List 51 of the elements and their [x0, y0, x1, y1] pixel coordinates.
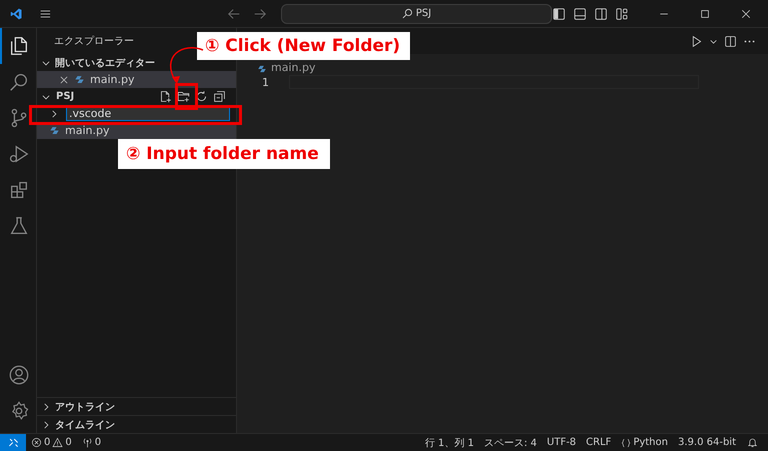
bell-icon[interactable] — [747, 437, 758, 448]
annotation-callout: ① Click (New Folder) — [197, 32, 410, 60]
account-icon[interactable] — [8, 364, 30, 386]
python-file-icon — [49, 125, 60, 136]
run-icon[interactable] — [690, 34, 703, 48]
customize-layout-icon[interactable] — [615, 6, 630, 20]
error-icon — [31, 437, 42, 448]
status-item[interactable]: 行 1、列 1 — [420, 436, 479, 450]
warning-icon — [52, 437, 64, 448]
remote-icon — [8, 437, 18, 448]
remote-button[interactable] — [0, 434, 26, 451]
broadcast-icon — [82, 437, 93, 448]
new-file-icon[interactable] — [159, 90, 172, 103]
new-folder-icon[interactable] — [177, 90, 190, 103]
split-editor-icon[interactable] — [724, 34, 737, 48]
files-icon[interactable] — [8, 35, 30, 57]
toggle-secondary-sidebar-icon[interactable] — [594, 6, 608, 20]
close-icon[interactable] — [59, 74, 69, 84]
language-status[interactable]: Python — [616, 437, 673, 448]
run-debug-icon[interactable] — [8, 143, 30, 165]
status-item[interactable]: 3.9.0 64-bit — [672, 437, 741, 448]
section-header[interactable]: 開いているエディター — [55, 56, 155, 70]
annotation-callout: ② Input folder name — [118, 139, 330, 169]
back-arrow-icon[interactable] — [227, 6, 242, 20]
ports-status[interactable]: 0 — [76, 437, 106, 448]
search-icon[interactable] — [8, 71, 30, 93]
status-item[interactable]: UTF-8 — [542, 437, 582, 448]
command-search-field[interactable]: PSJ — [281, 4, 552, 24]
line-number: 1 — [261, 76, 269, 88]
forward-arrow-icon[interactable] — [253, 6, 268, 20]
toggle-panel-icon[interactable] — [573, 6, 588, 20]
status-item[interactable]: CRLF — [581, 437, 616, 448]
breadcrumb[interactable]: main.py — [271, 61, 316, 74]
collapse-all-icon[interactable] — [213, 90, 226, 103]
python-file-icon — [257, 64, 267, 74]
close-icon[interactable] — [740, 8, 752, 20]
open-editor-item[interactable]: main.py — [37, 71, 236, 88]
toggle-sidebar-icon[interactable] — [552, 6, 566, 20]
folder-header[interactable]: PSJ — [37, 88, 236, 105]
search-icon — [402, 8, 413, 19]
python-file-icon — [74, 74, 85, 85]
refresh-icon[interactable] — [195, 90, 208, 103]
status-item[interactable]: スペース: 4 — [478, 436, 542, 450]
logo-icon — [10, 6, 22, 22]
extensions-icon[interactable] — [8, 179, 30, 201]
maximize-icon[interactable] — [699, 8, 712, 20]
sidebar-title: エクスプローラー — [54, 34, 134, 48]
section-header[interactable]: アウトライン — [37, 397, 236, 415]
braces-icon — [621, 438, 632, 448]
flask-icon[interactable] — [8, 215, 30, 237]
problems-status[interactable]: 0 0 — [26, 437, 77, 448]
